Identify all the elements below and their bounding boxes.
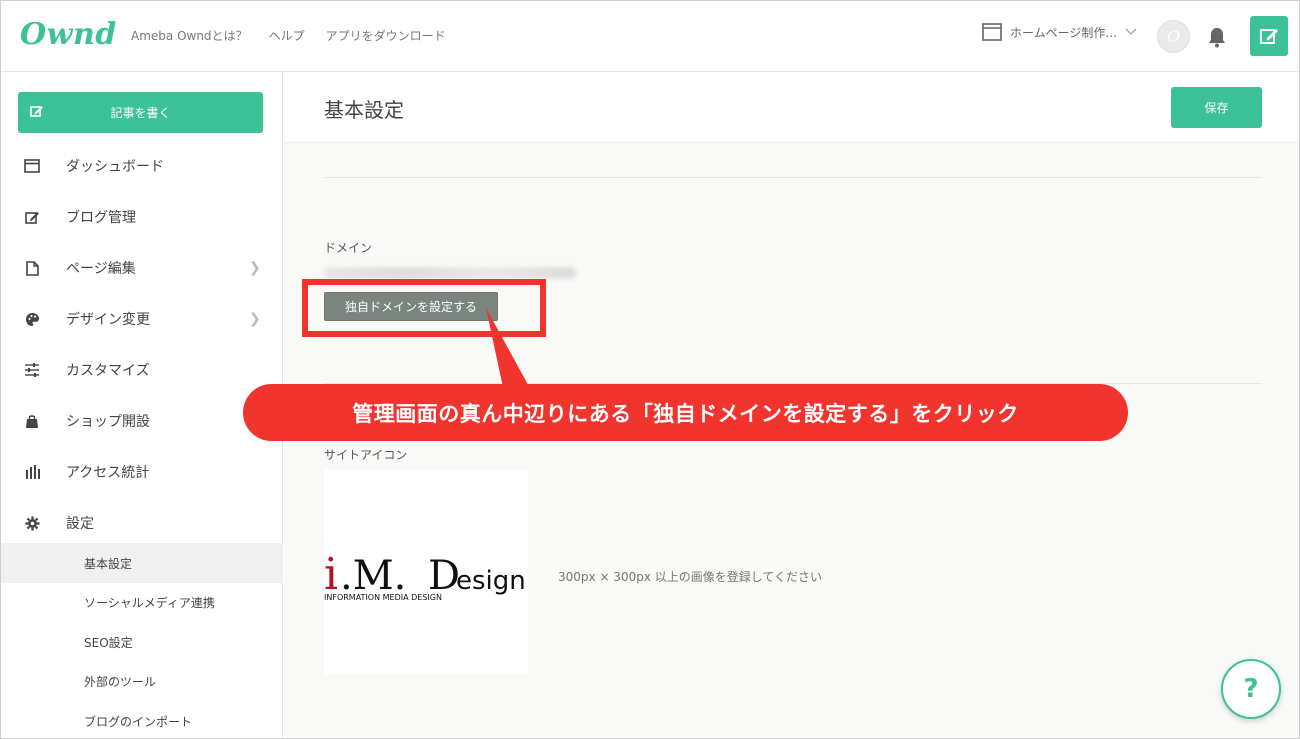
sidebar-subitem-social-media[interactable]: ソーシャルメディア連携 [0, 582, 283, 622]
nav-link-about[interactable]: Ameba Owndとは？ [131, 27, 248, 44]
write-post-button[interactable]: 記事を書く [18, 92, 263, 133]
palette-icon [24, 311, 40, 327]
sidebar-item-label: ブログ管理 [66, 210, 136, 226]
ownd-logo[interactable]: Ownd [20, 17, 117, 52]
sidebar-item-label: デザイン変更 [66, 312, 150, 328]
sidebar-subitem-seo[interactable]: SEO設定 [0, 622, 283, 662]
write-post-label: 記事を書く [110, 106, 171, 120]
help-button[interactable]: ? [1221, 659, 1281, 719]
svg-text:INFORMATION MEDIA DESIGN: INFORMATION MEDIA DESIGN [324, 593, 442, 602]
sliders-icon [24, 362, 40, 378]
page-title: 基本設定 [324, 98, 404, 122]
save-button[interactable]: 保存 [1171, 87, 1262, 128]
nav-link-help[interactable]: ヘルプ [269, 27, 305, 44]
svg-text:esign: esign [456, 566, 526, 596]
site-icon-image: i .M. D esign INFORMATION MEDIA DESIGN [324, 549, 526, 602]
sidebar-subitem-label: 外部のツール [84, 674, 157, 689]
sidebar-item-customize[interactable]: カスタマイズ [0, 350, 283, 390]
bell-icon[interactable] [1207, 26, 1227, 52]
edit-icon [30, 106, 43, 117]
site-selector[interactable]: ホームページ制作... [982, 23, 1137, 41]
annotation-callout: 管理画面の真ん中辺りにある「独自ドメインを設定する」をクリック [243, 384, 1128, 441]
site-icon-label: サイトアイコン [324, 448, 408, 462]
domain-label: ドメイン [324, 241, 373, 255]
top-header: Ownd Ameba Owndとは？ ヘルプ アプリをダウンロード ホームページ… [0, 0, 1300, 72]
gear-icon [24, 515, 40, 531]
sidebar-item-dashboard[interactable]: ダッシュボード [0, 146, 283, 186]
chevron-down-icon [1125, 28, 1137, 35]
browser-window-icon [982, 23, 1002, 41]
sidebar-subitem-basic-settings[interactable]: 基本設定 [0, 543, 283, 583]
edit-icon [1260, 29, 1278, 44]
bar-chart-icon [24, 464, 40, 480]
site-name: ホームページ制作... [1010, 25, 1117, 40]
nav-link-download-app[interactable]: アプリをダウンロード [326, 27, 446, 44]
sidebar-item-label: ショップ開設 [66, 414, 150, 430]
avatar[interactable]: O [1157, 20, 1190, 53]
sidebar-item-label: アクセス統計 [66, 465, 150, 481]
title-bar: 基本設定 保存 [284, 72, 1300, 143]
sidebar: 記事を書く ダッシュボード ブログ管理 ページ編集 ❯ デザイン変更 ❯ カスタ… [0, 72, 283, 739]
sidebar-subitem-label: ソーシャルメディア連携 [84, 595, 215, 610]
chevron-right-icon: ❯ [249, 260, 261, 276]
sidebar-subitem-external-tools[interactable]: 外部のツール [0, 661, 283, 701]
sidebar-subitem-label: SEO設定 [84, 635, 133, 650]
shop-bag-icon [24, 413, 40, 429]
sidebar-item-design[interactable]: デザイン変更 ❯ [0, 299, 283, 339]
sidebar-item-label: ページ編集 [66, 261, 136, 277]
sidebar-item-blog[interactable]: ブログ管理 [0, 197, 283, 237]
site-icon-upload[interactable]: i .M. D esign INFORMATION MEDIA DESIGN [324, 470, 528, 674]
divider [324, 177, 1262, 178]
annotation-highlight-box [302, 279, 546, 337]
sidebar-item-pages[interactable]: ページ編集 ❯ [0, 248, 283, 288]
dashboard-icon [24, 158, 40, 174]
sidebar-item-label: カスタマイズ [66, 363, 150, 379]
chevron-right-icon: ❯ [249, 311, 261, 327]
sidebar-subitem-label: 基本設定 [84, 556, 133, 571]
sidebar-item-label: 設定 [66, 516, 94, 532]
edit-icon [24, 209, 40, 225]
sidebar-item-settings[interactable]: 設定 [0, 503, 283, 543]
sidebar-item-shop[interactable]: ショップ開設 [0, 401, 283, 441]
sidebar-subitem-blog-import[interactable]: ブログのインポート [0, 701, 283, 739]
write-post-icon-button[interactable] [1250, 16, 1288, 56]
sidebar-item-label: ダッシュボード [66, 159, 164, 175]
icon-size-hint: 300px × 300px 以上の画像を登録してください [558, 570, 823, 584]
domain-value-blurred [324, 267, 576, 279]
page-icon [24, 260, 40, 276]
top-nav: Ameba Owndとは？ ヘルプ アプリをダウンロード [131, 27, 446, 44]
sidebar-subitem-label: ブログのインポート [84, 714, 193, 729]
sidebar-item-analytics[interactable]: アクセス統計 [0, 452, 283, 492]
